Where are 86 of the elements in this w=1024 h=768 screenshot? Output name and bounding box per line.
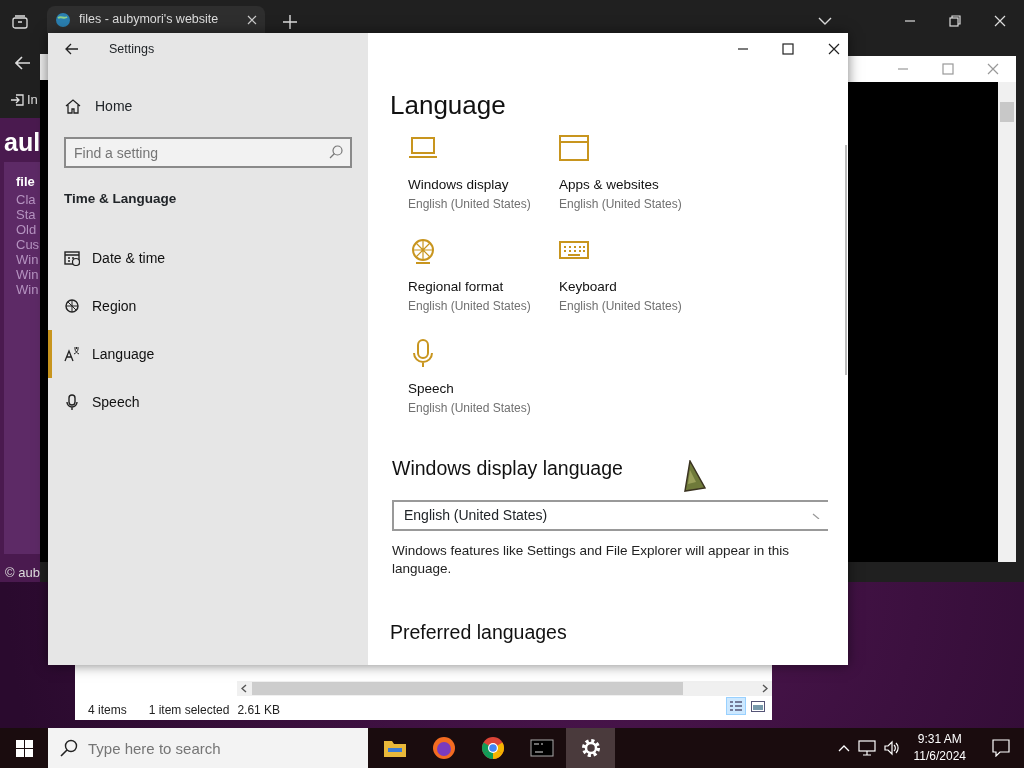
maximize-icon [782, 43, 794, 55]
search-box[interactable]: Type here to search [48, 728, 368, 768]
description-text: Windows features like Settings and File Explorer will appear in this language. [392, 542, 790, 578]
sign-in-icon[interactable] [10, 92, 24, 107]
sidebar-link[interactable]: Win [16, 251, 40, 267]
segmented-circle-icon [479, 735, 506, 761]
microphone-icon [64, 394, 80, 410]
language-icon [64, 346, 80, 362]
clock-date: 11/6/2024 [913, 748, 966, 765]
sidebar-heading: file [16, 173, 36, 191]
tile-subtitle: English (United States) [559, 298, 683, 315]
calendar-icon [64, 250, 80, 266]
search-icon[interactable] [329, 145, 343, 159]
tile-title: Keyboard [559, 278, 618, 296]
scroll-thumb[interactable] [252, 682, 683, 695]
new-tab-icon[interactable] [283, 15, 297, 29]
window-icon [559, 135, 589, 163]
windows-logo-icon [15, 739, 33, 757]
scroll-left-icon[interactable] [241, 684, 247, 693]
chevron-up-icon[interactable] [837, 744, 850, 752]
tab-title: files - aubymori's website [79, 11, 220, 29]
tab-list-icon[interactable] [12, 15, 28, 29]
flame-globe-icon [430, 735, 457, 761]
tile-subtitle: English (United States) [408, 298, 532, 315]
section-heading: Preferred languages [390, 620, 568, 645]
tile-title: Regional format [408, 278, 505, 296]
back-arrow-icon[interactable] [65, 43, 79, 55]
nav-item[interactable]: Region [48, 282, 368, 330]
nav-item[interactable]: Speech [48, 378, 368, 426]
sidebar-link[interactable]: Cus [16, 236, 40, 252]
section-title: Time & Language [64, 190, 178, 208]
close-icon [987, 63, 999, 75]
scroll-thumb[interactable] [1000, 102, 1014, 122]
tile-title: Speech [408, 380, 455, 398]
page-heading: Language [390, 89, 507, 122]
close-icon[interactable] [247, 14, 257, 25]
window-title: Settings [109, 40, 155, 58]
tile-subtitle: English (United States) [408, 400, 532, 417]
setting-tile[interactable]: Keyboard English (United States) [559, 237, 710, 339]
toolbar-link[interactable]: In [27, 90, 38, 110]
home-link[interactable]: Home [48, 92, 368, 120]
tile-subtitle: English (United States) [408, 196, 532, 213]
search-icon [60, 739, 78, 757]
globe-icon [55, 11, 71, 28]
chevron-down-icon[interactable] [818, 17, 832, 25]
search-field[interactable]: Find a setting [64, 137, 352, 168]
close-icon [994, 15, 1006, 27]
setting-tile[interactable]: Apps & websites English (United States) [559, 135, 710, 237]
volume-icon[interactable] [883, 740, 900, 756]
clock[interactable]: 9:31 AM 11/6/2024 [907, 731, 972, 765]
maximize-icon [942, 63, 954, 75]
scroll-right-icon[interactable] [762, 684, 768, 693]
sidebar-link[interactable]: Win [16, 266, 40, 282]
setting-tile[interactable]: Regional format English (United States) [408, 237, 559, 339]
sidebar-link[interactable]: Cla [16, 191, 40, 207]
section-heading: Windows display language [391, 456, 623, 481]
notification-icon[interactable] [992, 739, 1010, 757]
site-title: aul [4, 127, 40, 158]
language-dropdown[interactable]: English (United States) [392, 500, 828, 531]
restore-icon [949, 15, 961, 27]
horizontal-scrollbar[interactable] [237, 681, 772, 696]
sidebar-link[interactable]: Old [16, 221, 40, 237]
nav-item[interactable]: Date & time [48, 234, 368, 282]
details-view-button[interactable] [726, 697, 746, 715]
globe-icon [64, 298, 80, 314]
list-view-icon [729, 700, 743, 712]
tile-subtitle: English (United States) [559, 196, 683, 213]
status-text: 1 item selected [148, 702, 230, 719]
clock-time: 9:31 AM [916, 731, 963, 748]
status-text: 2.61 KB [237, 702, 281, 719]
setting-tile[interactable]: Speech English (United States) [408, 339, 559, 441]
network-icon[interactable] [857, 740, 876, 756]
setting-tile[interactable]: Windows display English (United States) [408, 135, 559, 237]
home-icon [65, 98, 81, 114]
taskbar-button[interactable] [566, 728, 615, 768]
close-icon [828, 43, 840, 55]
status-text: 4 items [88, 702, 127, 719]
sidebar-link[interactable]: Win [16, 281, 40, 297]
preview-pane-icon [751, 700, 765, 712]
tile-title: Apps & websites [559, 176, 660, 194]
triangle-sprite-icon [682, 460, 706, 492]
browser-tab[interactable]: files - aubymori's website [47, 6, 265, 33]
footer-text: © aub [5, 564, 40, 582]
chevron-down-icon [812, 512, 820, 519]
tile-title: Windows display [408, 176, 510, 194]
sidebar-link[interactable]: Sta [16, 206, 40, 222]
